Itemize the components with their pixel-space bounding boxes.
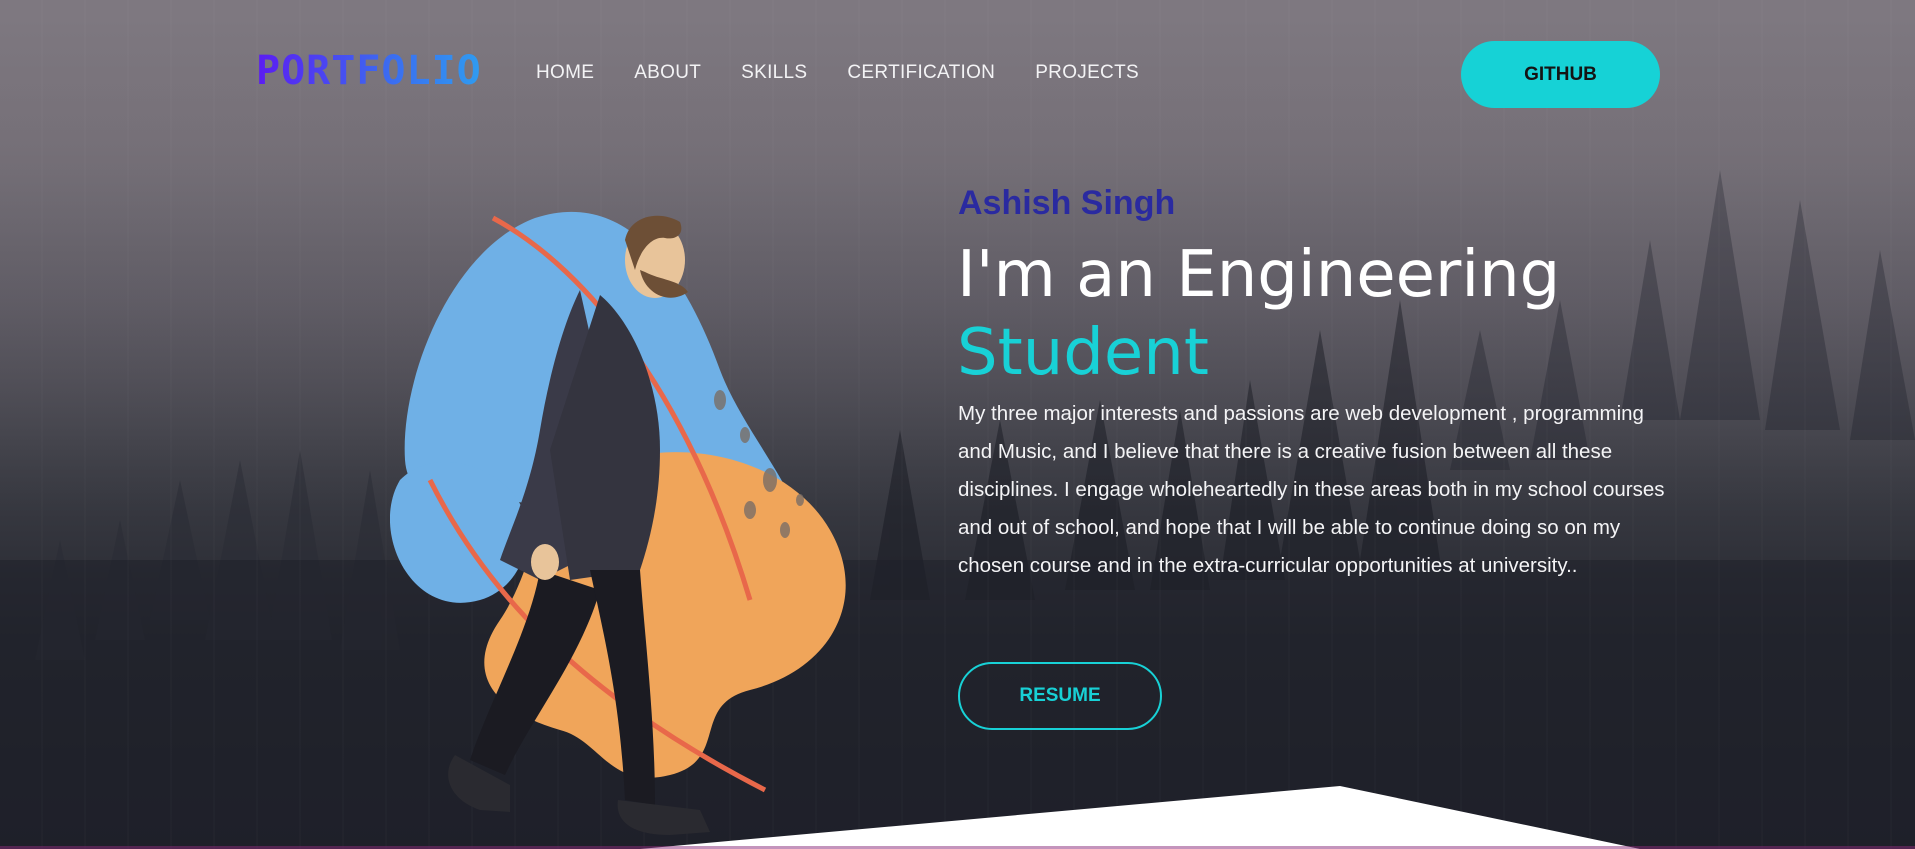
nav-item-home[interactable]: HOME xyxy=(536,62,594,84)
resume-button[interactable]: RESUME xyxy=(958,662,1162,730)
section-divider-shape xyxy=(0,786,1915,849)
hero-name: Ashish Singh xyxy=(958,184,1176,222)
hero-title-accent: Student xyxy=(957,316,1209,390)
nav-item-skills[interactable]: SKILLS xyxy=(741,62,807,84)
portfolio-logo[interactable]: PORTFOLIO xyxy=(256,48,482,94)
walking-man-illustration xyxy=(390,211,846,835)
github-button[interactable]: GITHUB xyxy=(1461,41,1660,108)
nav-menu: HOME ABOUT SKILLS CERTIFICATION PROJECTS xyxy=(536,62,1139,84)
hero-title: I'm an Engineering Student xyxy=(957,236,1560,392)
top-navigation: PORTFOLIO HOME ABOUT SKILLS CERTIFICATIO… xyxy=(0,0,1915,150)
nav-item-certification[interactable]: CERTIFICATION xyxy=(847,62,995,84)
nav-item-projects[interactable]: PROJECTS xyxy=(1035,62,1139,84)
hero-title-line: I'm an Engineering xyxy=(957,238,1561,312)
nav-item-about[interactable]: ABOUT xyxy=(634,62,701,84)
hero-description: My three major interests and passions ar… xyxy=(958,402,1665,577)
